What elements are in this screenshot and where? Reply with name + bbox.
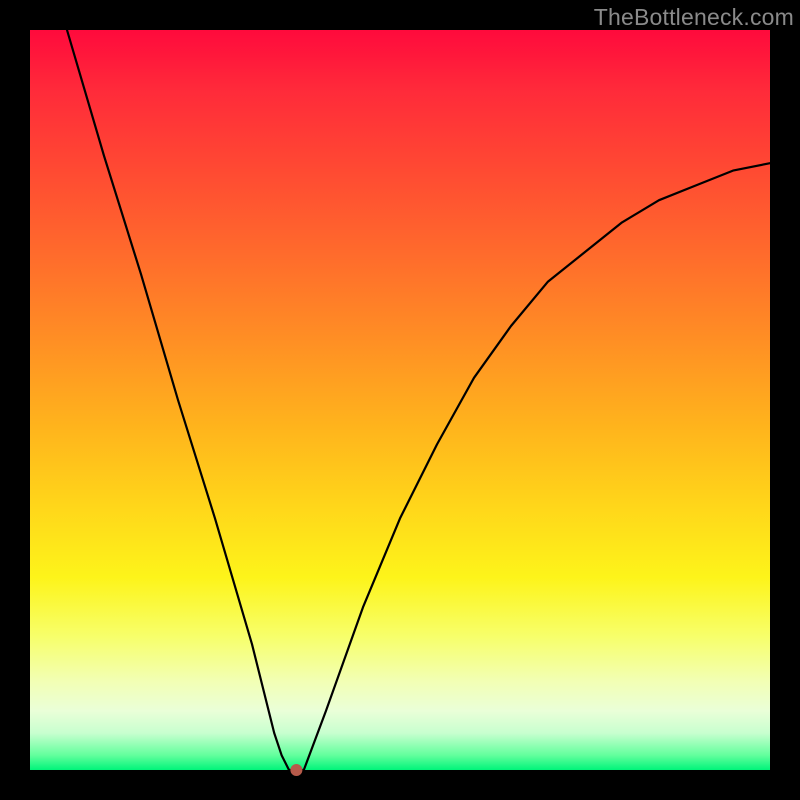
watermark-label: TheBottleneck.com <box>594 4 794 31</box>
curve-svg <box>30 30 770 770</box>
plot-area <box>30 30 770 770</box>
minimum-point-marker <box>290 764 302 776</box>
bottleneck-curve <box>67 30 770 770</box>
chart-container: TheBottleneck.com <box>0 0 800 800</box>
